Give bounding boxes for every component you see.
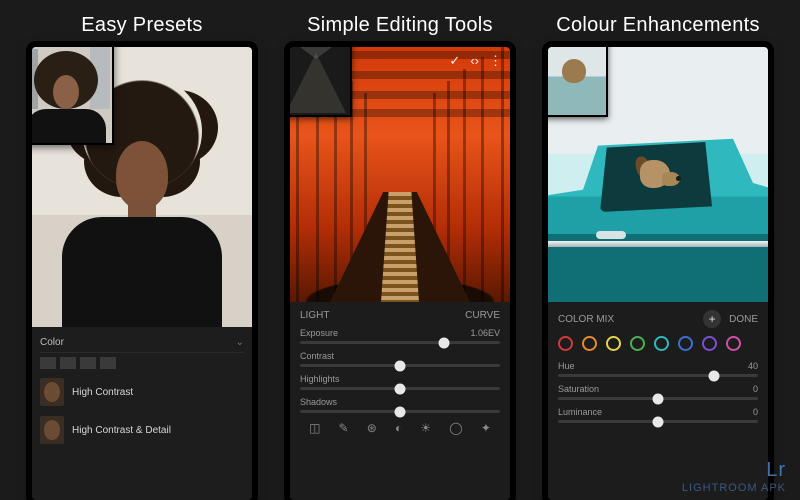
phone-colour: ✓ ‹› ⋮ COLOR MIX + DONE (548, 47, 768, 500)
light-tab[interactable]: LIGHT (300, 310, 329, 321)
editing-before-thumb[interactable] (290, 47, 352, 117)
col-editing: Simple Editing Tools ✓ ‹› ⋮ LIGHT CURVE (282, 14, 518, 500)
swatch-orange[interactable] (582, 336, 597, 351)
swatch-yellow[interactable] (606, 336, 621, 351)
col-colour: Colour Enhancements ✓ ‹› ⋮ (540, 14, 776, 500)
colormix-tab[interactable]: COLOR MIX (558, 314, 614, 325)
filter-icon[interactable]: ◐ (395, 421, 402, 435)
dropdown-label: Color (40, 337, 64, 348)
share-icon[interactable]: ‹› (470, 53, 479, 69)
colour-before-thumb[interactable] (548, 47, 608, 117)
share-icon[interactable]: ‹› (728, 53, 737, 69)
preset-item[interactable]: High Contrast & Detail (40, 411, 244, 449)
car-subject (548, 132, 768, 302)
heading-presets: Easy Presets (81, 14, 202, 37)
editing-main-photo[interactable]: ✓ ‹› ⋮ (290, 47, 510, 302)
swatch-magenta[interactable] (726, 336, 741, 351)
heal-icon[interactable]: ⊛ (367, 421, 377, 435)
color-mix-panel: COLOR MIX + DONE Hue (548, 302, 768, 500)
crop-icon[interactable]: ◫ (309, 421, 320, 435)
preset-thumb (40, 378, 64, 406)
phone-presets: Color ⌄ High Contrast High Contrast & De… (32, 47, 252, 500)
preset-main-photo[interactable] (32, 47, 252, 327)
presets-panel: Color ⌄ High Contrast High Contrast & De… (32, 327, 252, 500)
chevron-down-icon: ⌄ (236, 337, 244, 348)
preset-before-thumb[interactable] (32, 47, 114, 145)
more-icon[interactable]: ⋮ (747, 53, 760, 69)
heading-colour: Colour Enhancements (556, 14, 760, 37)
slider-shadows[interactable]: Shadows (300, 397, 500, 413)
preset-name: High Contrast & Detail (72, 425, 244, 436)
more-icon[interactable]: ⋮ (489, 53, 502, 69)
effects-icon[interactable]: ✦ (481, 421, 491, 435)
colour-swatch-row (558, 336, 758, 351)
slider-knob[interactable] (439, 337, 450, 348)
slider-knob[interactable] (653, 416, 664, 427)
preset-name: High Contrast (72, 387, 244, 398)
slider-luminance[interactable]: Luminance0 (558, 407, 758, 423)
done-button[interactable]: DONE (729, 314, 758, 325)
swatch-purple[interactable] (702, 336, 717, 351)
slider-hue[interactable]: Hue40 (558, 361, 758, 377)
slider-knob[interactable] (709, 370, 720, 381)
swatch-green[interactable] (630, 336, 645, 351)
slider-knob[interactable] (395, 360, 406, 371)
bottom-toolbar: ◫ ✎ ⊛ ◐ ☀ ◯ ✦ (300, 421, 500, 435)
promo-stage: Easy Presets Color ⌄ (0, 0, 800, 500)
confirm-icon[interactable]: ✓ (707, 53, 718, 69)
slider-exposure[interactable]: Exposure1.06EV (300, 328, 500, 344)
swatch-red[interactable] (558, 336, 573, 351)
confirm-icon[interactable]: ✓ (449, 53, 460, 69)
preset-item[interactable]: High Contrast (40, 373, 244, 411)
phone-editing: ✓ ‹› ⋮ LIGHT CURVE Exposure1.06EV Contra… (290, 47, 510, 500)
dog-subject (632, 154, 686, 208)
slider-contrast[interactable]: Contrast (300, 351, 500, 367)
brush-icon[interactable]: ✎ (339, 421, 349, 435)
slider-saturation[interactable]: Saturation0 (558, 384, 758, 400)
light-panel: LIGHT CURVE Exposure1.06EV Contrast High… (290, 302, 510, 500)
slider-highlights[interactable]: Highlights (300, 374, 500, 390)
eyedropper-icon[interactable]: + (703, 310, 721, 328)
histogram-strip (40, 353, 244, 373)
slider-knob[interactable] (395, 406, 406, 417)
slider-knob[interactable] (653, 393, 664, 404)
curve-button[interactable]: CURVE (465, 310, 500, 321)
heading-editing: Simple Editing Tools (307, 14, 493, 37)
col-presets: Easy Presets Color ⌄ (24, 14, 260, 500)
slider-knob[interactable] (395, 383, 406, 394)
light-icon[interactable]: ☀ (420, 421, 431, 435)
preset-thumb (40, 416, 64, 444)
color-icon[interactable]: ◯ (449, 421, 462, 435)
swatch-blue[interactable] (678, 336, 693, 351)
swatch-aqua[interactable] (654, 336, 669, 351)
preset-category-dropdown[interactable]: Color ⌄ (40, 333, 244, 353)
colour-main-photo[interactable]: ✓ ‹› ⋮ (548, 47, 768, 302)
